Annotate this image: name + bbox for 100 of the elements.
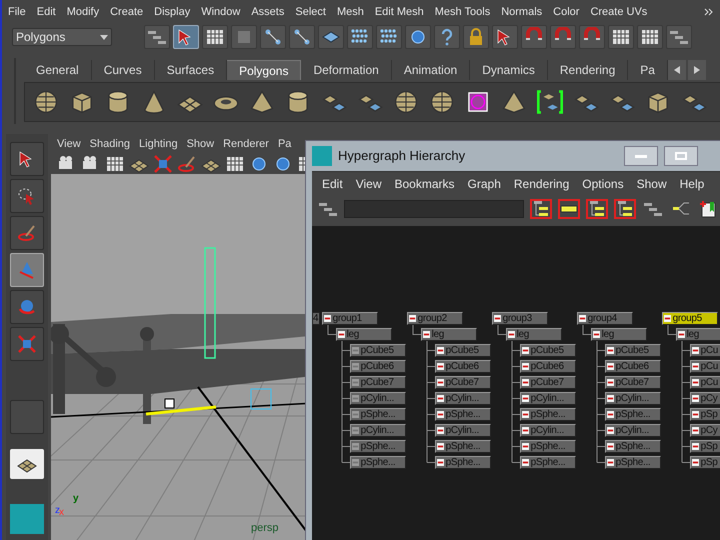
expand-button[interactable]: [586, 199, 608, 219]
hierarchy-node[interactable]: pCube7: [434, 376, 491, 389]
hierarchy-node[interactable]: pCylin...: [520, 392, 576, 405]
hierarchy-node[interactable]: pSphe...: [350, 408, 406, 421]
snap-plane-button[interactable]: [318, 25, 344, 49]
hierarchy-node[interactable]: pSphe...: [434, 456, 491, 469]
hypergraph-menu-item[interactable]: Help: [680, 175, 704, 193]
input-output-button[interactable]: [558, 199, 580, 219]
hierarchy-node[interactable]: pSphe...: [434, 440, 491, 453]
hypergraph-menu-item[interactable]: Rendering: [514, 175, 570, 193]
hierarchy-node[interactable]: leg: [336, 328, 392, 341]
hierarchy-node[interactable]: pCube5: [434, 344, 491, 357]
menu-item[interactable]: Select: [295, 4, 326, 20]
viewport-menu-item[interactable]: Renderer: [223, 136, 269, 152]
settings-button[interactable]: [666, 25, 692, 49]
hypergraph-menu-item[interactable]: Bookmarks: [394, 175, 455, 193]
hierarchy-node[interactable]: pSphe...: [350, 456, 406, 469]
snap-vertex-button[interactable]: [347, 25, 373, 49]
snap-curve-button[interactable]: [260, 25, 286, 49]
component-select-button[interactable]: [202, 25, 228, 49]
lock-button[interactable]: [463, 25, 489, 49]
hierarchy-node[interactable]: pSp: [690, 440, 720, 453]
more-menus-icon[interactable]: [704, 8, 714, 16]
hierarchy-node[interactable]: pSphe...: [604, 456, 661, 469]
viewport-menu-item[interactable]: Shading: [90, 136, 130, 152]
viewport-menu-item[interactable]: Lighting: [139, 136, 178, 152]
menu-item[interactable]: Edit: [36, 4, 56, 20]
snap-point-button[interactable]: [289, 25, 315, 49]
hierarchy-node[interactable]: pSphe...: [520, 408, 576, 421]
menu-item[interactable]: Normals: [501, 4, 542, 20]
hierarchy-node[interactable]: group5: [662, 312, 718, 325]
rotate-tool-button[interactable]: [10, 290, 44, 324]
hierarchy-node[interactable]: leg: [590, 328, 647, 341]
hypergraph-menu-item[interactable]: Edit: [322, 175, 343, 193]
hierarchy-node[interactable]: pSphe...: [520, 456, 576, 469]
hierarchy-node[interactable]: leg: [506, 328, 562, 341]
hierarchy-node[interactable]: leg: [420, 328, 477, 341]
hierarchy-node[interactable]: pSp: [690, 408, 720, 421]
search-field[interactable]: [344, 200, 524, 218]
hierarchy-node[interactable]: pSphe...: [604, 440, 661, 453]
menu-item[interactable]: Mesh: [336, 4, 364, 20]
hierarchy-node[interactable]: pCylin...: [520, 424, 576, 437]
hierarchy-node[interactable]: 4: [312, 312, 320, 325]
snap-live-button[interactable]: [376, 25, 402, 49]
hierarchy-node[interactable]: pCy: [690, 424, 720, 437]
hierarchy-node[interactable]: pCu: [690, 344, 720, 357]
minimize-button[interactable]: [624, 146, 658, 166]
menu-item[interactable]: Create: [110, 4, 144, 20]
menu-item[interactable]: Create UVs: [590, 4, 648, 20]
hierarchy-node[interactable]: pCube6: [604, 360, 661, 373]
viewport-menu-item[interactable]: Show: [186, 136, 214, 152]
hierarchy-node[interactable]: pSphe...: [350, 440, 406, 453]
hierarchy-node[interactable]: pCube5: [520, 344, 576, 357]
hierarchy-node[interactable]: pCylin...: [434, 392, 491, 405]
magnet-button[interactable]: [521, 25, 547, 49]
hierarchy-node[interactable]: pSphe...: [434, 408, 491, 421]
hierarchy-node[interactable]: leg: [676, 328, 720, 341]
hierarchy-node[interactable]: pCube6: [520, 360, 576, 373]
hierarchy-node[interactable]: pCube5: [604, 344, 661, 357]
curve-magnet-button[interactable]: [550, 25, 576, 49]
hierarchy-node[interactable]: group1: [322, 312, 378, 325]
hierarchy-node[interactable]: pCube6: [434, 360, 491, 373]
scroll-right-button[interactable]: [688, 60, 706, 80]
single-view-button[interactable]: [10, 449, 44, 479]
maximize-button[interactable]: [664, 146, 698, 166]
selection-button[interactable]: [492, 25, 518, 49]
hypergraph-menu-item[interactable]: Graph: [468, 175, 501, 193]
hierarchy-node[interactable]: pCu: [690, 360, 720, 373]
hierarchy-node[interactable]: pCube5: [350, 344, 406, 357]
hierarchy-node[interactable]: pCylin...: [434, 424, 491, 437]
hierarchy-node[interactable]: group3: [492, 312, 548, 325]
menu-item[interactable]: Window: [201, 4, 240, 20]
menu-item[interactable]: Display: [154, 4, 190, 20]
collapse-button[interactable]: [614, 199, 636, 219]
hierarchy-node[interactable]: pSp: [690, 456, 720, 469]
menu-set-dropdown[interactable]: Polygons: [12, 28, 112, 46]
hierarchy-node[interactable]: pCylin...: [604, 392, 661, 405]
help-button[interactable]: [434, 25, 460, 49]
menu-item[interactable]: Edit Mesh: [374, 4, 424, 20]
hierarchy-node[interactable]: pCube7: [350, 376, 406, 389]
hierarchy-node[interactable]: pCube6: [350, 360, 406, 373]
viewport-menu-item[interactable]: View: [57, 136, 81, 152]
hierarchy-select-button[interactable]: [144, 25, 170, 49]
menu-item[interactable]: Color: [553, 4, 580, 20]
scene-hierarchy-button[interactable]: [530, 199, 552, 219]
point-magnet-button[interactable]: [579, 25, 605, 49]
hierarchy-node[interactable]: pCu: [690, 376, 720, 389]
viewport-menu-item[interactable]: Pa: [278, 136, 292, 152]
hierarchy-node[interactable]: pCylin...: [604, 424, 661, 437]
scale-tool-button[interactable]: [10, 327, 44, 361]
hypergraph-menu-item[interactable]: Show: [636, 175, 667, 193]
hierarchy-node[interactable]: pSphe...: [520, 440, 576, 453]
menu-item[interactable]: Modify: [66, 4, 100, 20]
menu-item[interactable]: Mesh Tools: [434, 4, 490, 20]
hierarchy-node[interactable]: pCube7: [604, 376, 661, 389]
menu-item[interactable]: File: [8, 4, 26, 20]
hierarchy-node[interactable]: pCy: [690, 392, 720, 405]
shelf-tab[interactable]: Polygons: [227, 60, 302, 80]
hierarchy-node[interactable]: pCylin...: [350, 424, 406, 437]
scroll-left-button[interactable]: [668, 60, 686, 80]
